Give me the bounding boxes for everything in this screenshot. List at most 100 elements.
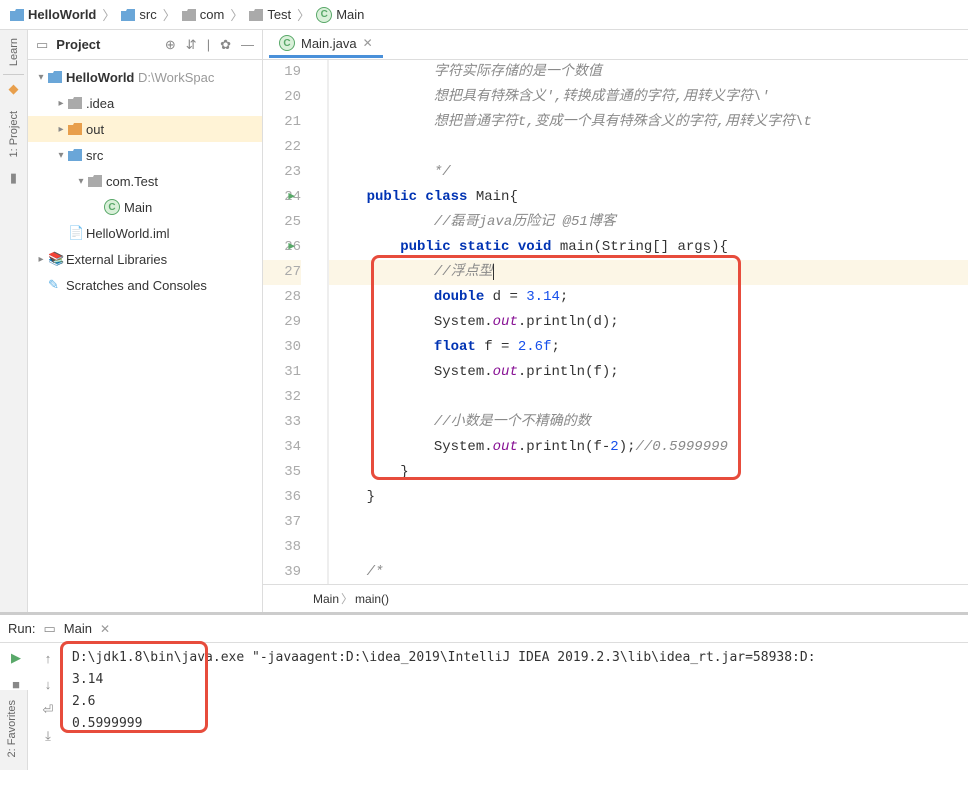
code-line[interactable]: 想把普通字符t,变成一个具有特殊含义的字符,用转义字符\t — [329, 110, 968, 135]
tree-class[interactable]: C Main — [28, 194, 262, 220]
file-icon: 📄 — [68, 225, 82, 241]
editor-body[interactable]: 字符实际存储的是一个数值 想把具有特殊含义',转换成普通的字符,用转义字符\' … — [329, 60, 968, 584]
code-line[interactable]: System.out.println(f-2);//0.5999999 — [329, 435, 968, 460]
tree-package[interactable]: ▾ com.Test — [28, 168, 262, 194]
chevron-right-icon: 〉 — [297, 5, 310, 24]
code-line[interactable] — [329, 135, 968, 160]
breadcrumb-item[interactable]: com — [178, 7, 229, 22]
favorites-tab[interactable]: 2: Favorites — [0, 690, 24, 767]
code-line[interactable]: public static void main(String[] args){ — [329, 235, 968, 260]
run-header: Run: ▭ Main ✕ — [0, 615, 968, 643]
run-panel: Run: ▭ Main ✕ ▶ ■ 📷 ⎘ ↑ ↓ ⏎ ⤓ D:\jdk1.8\… — [0, 612, 968, 760]
project-tree[interactable]: ▾ HelloWorld D:\WorkSpac ▸ .idea ▸ out ▾… — [28, 60, 262, 302]
gutter-run-icon[interactable]: ▶ — [288, 235, 295, 260]
folder-icon — [48, 71, 62, 83]
breadcrumb-item[interactable]: HelloWorld — [6, 7, 100, 22]
close-icon[interactable]: ✕ — [100, 622, 110, 636]
divider: | — [207, 37, 210, 53]
scratch-icon: ✎ — [48, 277, 62, 293]
editor: C Main.java ✕ 192021222324▶2526▶27282930… — [263, 30, 968, 612]
learn-tab[interactable]: Learn — [8, 30, 20, 74]
code-line[interactable]: */ — [329, 160, 968, 185]
console-line: 0.5999999 — [72, 713, 960, 735]
gear-icon[interactable]: ✿ — [220, 37, 231, 53]
tree-folder-src[interactable]: ▾ src — [28, 142, 262, 168]
run-title: Run: — [8, 621, 35, 636]
tree-folder-out[interactable]: ▸ out — [28, 116, 262, 142]
panel-icon: ▭ — [36, 37, 48, 53]
run-config-label[interactable]: Main — [64, 621, 92, 636]
class-icon: C — [279, 35, 295, 51]
bookmark-icon: ▮ — [10, 170, 17, 186]
chevron-right-icon: 〉 — [230, 5, 243, 24]
tree-folder[interactable]: ▸ .idea — [28, 90, 262, 116]
code-line[interactable]: } — [329, 485, 968, 510]
editor-tab[interactable]: C Main.java ✕ — [269, 31, 383, 58]
breadcrumb-item[interactable]: src — [117, 7, 160, 22]
code-line[interactable]: public class Main{ — [329, 185, 968, 210]
folder-icon — [68, 97, 82, 109]
folder-icon — [249, 9, 263, 21]
class-icon: C — [104, 199, 120, 215]
folder-icon — [68, 149, 82, 161]
code-line[interactable]: double d = 3.14; — [329, 285, 968, 310]
code-line[interactable]: //浮点型 — [329, 260, 968, 285]
folder-icon — [121, 9, 135, 21]
badge-icon: ◆ — [9, 81, 19, 97]
console[interactable]: D:\jdk1.8\bin\java.exe "-javaagent:D:\id… — [64, 643, 968, 760]
up-icon[interactable]: ↑ — [37, 647, 59, 669]
tree-root[interactable]: ▾ HelloWorld D:\WorkSpac — [28, 64, 262, 90]
target-icon[interactable]: ⊕ — [165, 37, 176, 53]
console-line: 2.6 — [72, 691, 960, 713]
project-panel: ▭ Project ⊕ ⇵ | ✿ — ▾ HelloWorld D:\Work… — [28, 30, 263, 612]
folder-icon — [182, 9, 196, 21]
code-line[interactable]: //小数是一个不精确的数 — [329, 410, 968, 435]
chevron-right-icon: 〉 — [341, 590, 353, 607]
code-line[interactable]: /* — [329, 560, 968, 584]
code-line[interactable]: System.out.println(f); — [329, 360, 968, 385]
tree-scratches[interactable]: ✎ Scratches and Consoles — [28, 272, 262, 298]
code-line[interactable]: float f = 2.6f; — [329, 335, 968, 360]
rerun-icon[interactable]: ▶ — [5, 647, 27, 669]
code-line[interactable] — [329, 535, 968, 560]
class-icon: C — [316, 7, 332, 23]
code-line[interactable]: //磊哥java历险记 @51博客 — [329, 210, 968, 235]
code-line[interactable]: 想把具有特殊含义',转换成普通的字符,用转义字符\' — [329, 85, 968, 110]
breadcrumb-item[interactable]: C Main — [312, 7, 368, 23]
collapse-icon[interactable]: ⇵ — [186, 37, 197, 53]
library-icon: 📚 — [48, 251, 62, 267]
code-area[interactable]: 192021222324▶2526▶2728293031323334353637… — [263, 60, 968, 584]
project-tab[interactable]: 1: Project — [8, 103, 20, 165]
gutter-run-icon[interactable]: ▶ — [288, 185, 295, 210]
close-icon[interactable]: ✕ — [363, 36, 373, 50]
editor-breadcrumb[interactable]: Main 〉 main() — [263, 584, 968, 612]
tree-file[interactable]: 📄 HelloWorld.iml — [28, 220, 262, 246]
down-icon[interactable]: ↓ — [37, 673, 59, 695]
editor-tabs: C Main.java ✕ — [263, 30, 968, 60]
panel-title: Project — [56, 37, 100, 52]
tree-external-libs[interactable]: ▸ 📚 External Libraries — [28, 246, 262, 272]
editor-gutter[interactable]: 192021222324▶2526▶2728293031323334353637… — [263, 60, 329, 584]
folder-icon — [68, 123, 82, 135]
left-rail: Learn ◆ 1: Project ▮ — [0, 30, 28, 612]
folder-icon — [10, 9, 24, 21]
favorites-rail: 2: Favorites — [0, 690, 28, 770]
project-panel-header: ▭ Project ⊕ ⇵ | ✿ — — [28, 30, 262, 60]
package-icon — [88, 175, 102, 187]
scroll-icon[interactable]: ⤓ — [37, 725, 59, 747]
tab-label: Main.java — [301, 36, 357, 51]
chevron-right-icon: 〉 — [163, 5, 176, 24]
code-line[interactable] — [329, 510, 968, 535]
code-line[interactable]: System.out.println(d); — [329, 310, 968, 335]
panel-icon: ▭ — [43, 621, 55, 637]
console-line: D:\jdk1.8\bin\java.exe "-javaagent:D:\id… — [72, 647, 960, 669]
code-line[interactable]: } — [329, 460, 968, 485]
run-toolbar-2: ↑ ↓ ⏎ ⤓ — [32, 643, 64, 760]
wrap-icon[interactable]: ⏎ — [37, 699, 59, 721]
chevron-right-icon: 〉 — [102, 5, 115, 24]
console-line: 3.14 — [72, 669, 960, 691]
breadcrumb-item[interactable]: Test — [245, 7, 295, 22]
hide-icon[interactable]: — — [241, 37, 254, 53]
code-line[interactable] — [329, 385, 968, 410]
code-line[interactable]: 字符实际存储的是一个数值 — [329, 60, 968, 85]
